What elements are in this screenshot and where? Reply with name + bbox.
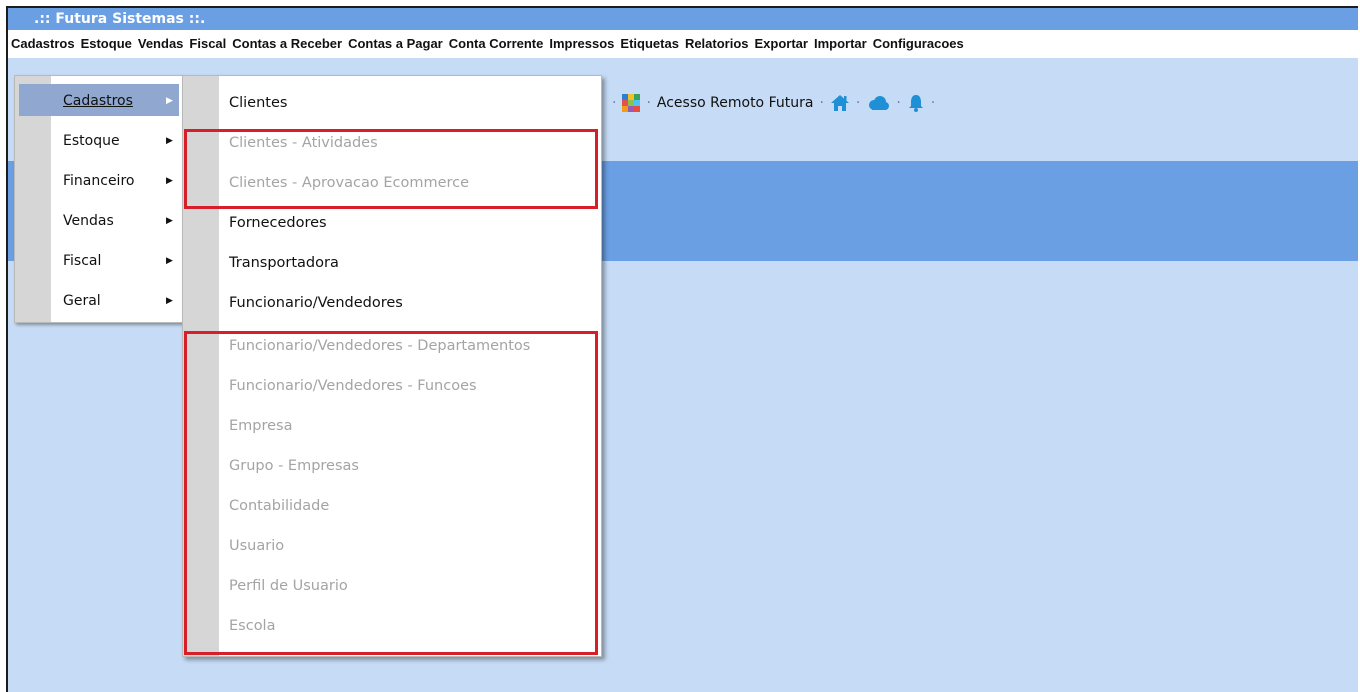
menubar-item-etiquetas[interactable]: Etiquetas [617,30,682,58]
menubar-item-relatorios[interactable]: Relatorios [682,30,752,58]
submenu-item-clientes[interactable]: Clientes [183,83,601,123]
menubar-item-estoque[interactable]: Estoque [78,30,135,58]
submenu-arrow-icon: ▶ [166,136,173,146]
menu-item-label: Vendas [63,213,114,229]
menu-item-label: Fiscal [63,253,102,269]
submenu-arrow-icon: ▶ [166,176,173,186]
menu-item-estoque[interactable]: Estoque ▶ [15,121,183,161]
menubar-item-contas-a-pagar[interactable]: Contas a Pagar [345,30,446,58]
menu-item-vendas[interactable]: Vendas ▶ [15,201,183,241]
cadastros-submenu: Clientes Clientes - Atividades Clientes … [182,75,602,657]
app-window: .:: Futura Sistemas ::. Cadastros Estoque… [6,6,1358,692]
submenu-arrow-icon: ▶ [166,96,173,106]
color-grid-icon[interactable] [622,94,641,112]
menu-item-cadastros[interactable]: Cadastros ▶ [15,81,183,121]
menubar-item-contas-a-receber[interactable]: Contas a Receber [229,30,345,58]
home-icon[interactable] [830,94,850,112]
submenu-item-label: Clientes [229,95,288,111]
menu-item-financeiro[interactable]: Financeiro ▶ [15,161,183,201]
submenu-item-label: Transportadora [229,255,339,271]
menubar-item-exportar[interactable]: Exportar [752,30,811,58]
menu-item-geral[interactable]: Geral ▶ [15,281,183,321]
menubar-item-fiscal[interactable]: Fiscal [186,30,229,58]
submenu-item-label: Fornecedores [229,215,327,231]
separator-dot: · [930,95,936,111]
separator-dot: · [612,95,617,111]
menubar-item-cadastros[interactable]: Cadastros [8,30,78,58]
separator-dot: · [819,95,824,111]
menubar-item-configuracoes[interactable]: Configuracoes [870,30,967,58]
submenu-arrow-icon: ▶ [166,256,173,266]
highlight-box-clientes [184,129,598,209]
separator-dot: · [646,95,651,111]
submenu-arrow-icon: ▶ [166,296,173,306]
separator-dot: · [855,95,861,111]
submenu-arrow-icon: ▶ [166,216,173,226]
menubar-item-impressos[interactable]: Impressos [546,30,617,58]
menu-item-label: Cadastros [63,93,133,109]
cadastros-dropdown-menu: Cadastros ▶ Estoque ▶ Financeiro ▶ Venda… [14,75,184,323]
submenu-item-funcionario-vendedores[interactable]: Funcionario/Vendedores [183,283,601,323]
separator-dot: · [896,95,901,111]
submenu-item-fornecedores[interactable]: Fornecedores [183,203,601,243]
toolbar-shortcuts: · · Acesso Remoto Futura · · · · [606,92,941,114]
menu-item-label: Estoque [63,133,120,149]
submenu-item-label: Funcionario/Vendedores [229,295,403,311]
cloud-icon[interactable] [866,94,890,112]
highlight-box-disabled-items [184,331,598,655]
menubar-item-vendas[interactable]: Vendas [135,30,187,58]
remote-access-link[interactable]: Acesso Remoto Futura [657,95,814,111]
bell-icon[interactable] [907,94,925,112]
menubar-item-importar[interactable]: Importar [811,30,870,58]
window-title: .:: Futura Sistemas ::. [8,8,1358,30]
menubar-item-conta-corrente[interactable]: Conta Corrente [446,30,547,58]
menu-item-fiscal[interactable]: Fiscal ▶ [15,241,183,281]
menu-item-label: Financeiro [63,173,135,189]
menu-bar: Cadastros Estoque Vendas Fiscal Contas a Rec… [8,30,1358,58]
menu-item-label: Geral [63,293,101,309]
submenu-item-transportadora[interactable]: Transportadora [183,243,601,283]
